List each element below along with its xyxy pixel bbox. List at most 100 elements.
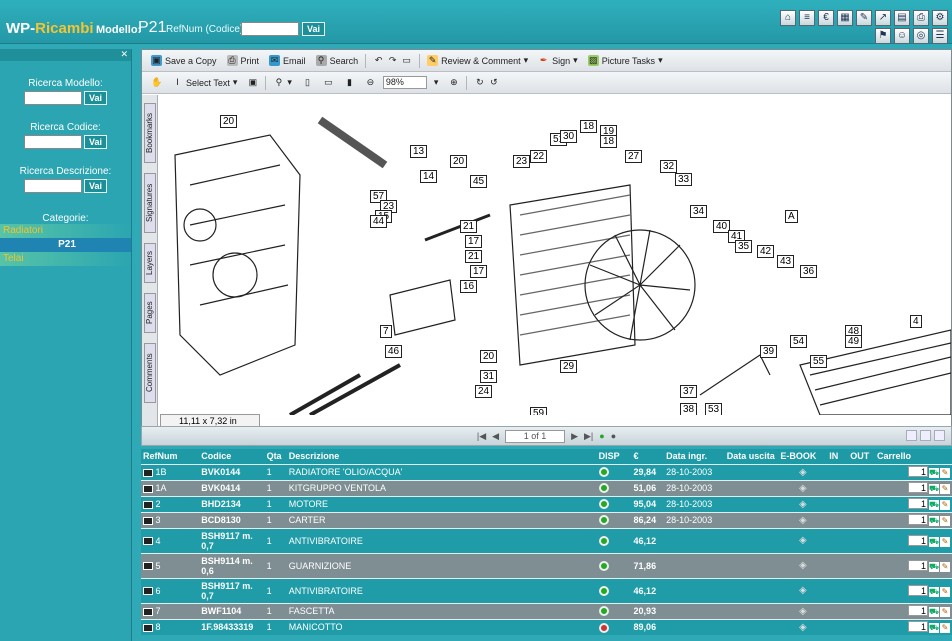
tab-layers[interactable]: Layers (144, 243, 156, 283)
cart-qty-input[interactable]: 1 (908, 584, 928, 596)
part-label[interactable]: 49 (845, 335, 863, 348)
cart-qty-input[interactable]: 1 (908, 534, 928, 546)
ebook-icon[interactable]: ◈ (799, 483, 807, 494)
table-row[interactable]: 6 BSH9117 m. 0,7 1 ANTIVIBRATOIRE 46,12 … (141, 577, 952, 603)
target-icon[interactable]: ◎ (913, 28, 929, 44)
part-label[interactable]: 53 (705, 403, 723, 415)
cart-qty-input[interactable]: 1 (908, 482, 928, 493)
cart-qty-input[interactable]: 1 (908, 466, 928, 477)
part-label[interactable]: 27 (625, 150, 643, 163)
part-label[interactable]: 54 (790, 335, 808, 348)
user-icon[interactable]: ☺ (894, 28, 910, 44)
cart-icon[interactable]: ⛟ (929, 516, 939, 526)
col-header[interactable]: Qta (264, 449, 287, 464)
close-icon[interactable]: ✕ (120, 49, 128, 60)
ebook-icon[interactable]: ◈ (799, 606, 807, 617)
email-button[interactable]: ✉ Email (266, 55, 309, 66)
cart-icon[interactable]: ⛟ (929, 607, 939, 617)
ebook-icon[interactable]: ◈ (799, 585, 807, 596)
single-page-icon[interactable] (906, 430, 917, 441)
cart-qty-input[interactable]: 1 (908, 498, 928, 509)
part-label[interactable]: 30 (560, 130, 578, 143)
col-header[interactable]: RefNum (141, 449, 200, 464)
zoom-tool[interactable]: ⚲ ▾ (270, 77, 295, 88)
part-label[interactable]: 22 (530, 150, 548, 163)
part-label[interactable]: 7 (380, 325, 392, 338)
settings-icon[interactable]: ⚙ (932, 10, 948, 26)
page-number[interactable]: 1 of 1 (505, 429, 566, 443)
cart-icon[interactable]: ⛟ (929, 500, 939, 510)
cart-qty-input[interactable]: 1 (908, 514, 928, 525)
note-icon[interactable]: ✎ (940, 623, 950, 634)
part-label[interactable]: 35 (735, 240, 753, 253)
search-code-input[interactable] (23, 135, 82, 149)
note-icon[interactable]: ✎ (940, 500, 950, 510)
part-label[interactable]: 21 (465, 250, 483, 263)
print-button[interactable]: ⎙ Print (224, 55, 263, 66)
refnum-input[interactable] (241, 22, 299, 36)
part-label[interactable]: 45 (470, 175, 488, 188)
table-row[interactable]: 8 1F.98433319 1 MANICOTTO 89,06 ◈ 1 ⛟ ✎ (141, 618, 952, 635)
search-model-input[interactable] (23, 91, 82, 105)
part-label[interactable]: 29 (560, 360, 578, 373)
table-row[interactable]: 3 BCD8130 1 CARTER 86,24 28-10-2003 ◈ 1 ⛟… (141, 511, 952, 528)
part-label[interactable]: 14 (420, 170, 438, 183)
first-page-button[interactable]: |◀ (477, 431, 486, 442)
image-icon[interactable] (143, 516, 153, 525)
undo-button[interactable]: ↶ ↷ ▭ (370, 55, 415, 66)
tab-bookmarks[interactable]: Bookmarks (144, 103, 156, 163)
cart-icon[interactable]: ⛟ (929, 536, 939, 547)
part-label[interactable]: 31 (480, 370, 498, 383)
part-label[interactable]: 42 (757, 245, 775, 258)
cart-qty-input[interactable]: 1 (908, 559, 928, 571)
review-comment-button[interactable]: ✎ Review & Comment ▾ (424, 55, 531, 66)
table-row[interactable]: 1A BVK0414 1 KITGRUPPO VENTOLA 51,06 28-… (141, 479, 952, 496)
col-header[interactable]: OUT (848, 449, 876, 464)
category-telai[interactable]: Telai (0, 252, 131, 266)
col-header[interactable]: Codice (199, 449, 265, 464)
part-label[interactable]: 17 (465, 235, 483, 248)
prev-page-button[interactable]: ◀ (492, 431, 499, 442)
print-icon[interactable]: ⎙ (913, 10, 929, 26)
ebook-icon[interactable]: ◈ (799, 515, 807, 526)
part-label[interactable]: 59 (530, 407, 548, 415)
part-label[interactable]: 34 (690, 205, 708, 218)
note-icon[interactable]: ✎ (940, 586, 950, 597)
export-icon[interactable]: ↗ (875, 10, 891, 26)
col-header[interactable]: Data ingr. (664, 449, 725, 464)
part-label[interactable]: 18 (580, 120, 598, 133)
col-header[interactable]: E-BOOK (778, 449, 828, 464)
actual-size-button[interactable]: ▯ (299, 77, 316, 88)
stop-icon[interactable]: ● (611, 431, 616, 441)
chart-icon[interactable]: ▦ (837, 10, 853, 26)
next-page-button[interactable]: ▶ (571, 431, 578, 442)
vai-button[interactable]: Vai (302, 22, 326, 36)
part-label[interactable]: 20 (220, 115, 238, 128)
col-header[interactable]: € (631, 449, 665, 464)
table-row[interactable]: 7 BWF1104 1 FASCETTA 20,93 ◈ 1 ⛟ ✎ (141, 602, 952, 619)
search-desc-input[interactable] (23, 179, 82, 193)
part-label[interactable]: 24 (475, 385, 493, 398)
zoom-dropdown[interactable]: ▾ (431, 77, 442, 88)
tab-signatures[interactable]: Signatures (144, 173, 156, 233)
image-icon[interactable] (143, 607, 153, 616)
zoom-out-button[interactable]: ⊖ (362, 77, 379, 88)
ebook-icon[interactable]: ◈ (799, 560, 807, 571)
part-label[interactable]: 23 (513, 155, 531, 168)
flag-icon[interactable]: ⚑ (875, 28, 891, 44)
note-icon[interactable]: ✎ (940, 536, 950, 547)
app-logo[interactable]: WP-Ricambi (6, 20, 94, 37)
part-label[interactable]: 46 (385, 345, 403, 358)
play-icon[interactable]: ● (599, 431, 604, 441)
search-button[interactable]: ⚲ Search (313, 55, 362, 66)
col-header[interactable]: Descrizione (286, 449, 597, 464)
part-label[interactable]: 32 (660, 160, 678, 173)
part-label[interactable]: 33 (675, 173, 693, 186)
ebook-icon[interactable]: ◈ (799, 467, 807, 478)
rotate-button[interactable]: ↻ ↺ (471, 77, 502, 88)
ebook-icon[interactable]: ◈ (799, 535, 807, 546)
category-p21[interactable]: P21 (0, 238, 131, 252)
part-label[interactable]: 20 (480, 350, 498, 363)
image-icon[interactable] (143, 562, 153, 571)
edit-icon[interactable]: ✎ (856, 10, 872, 26)
